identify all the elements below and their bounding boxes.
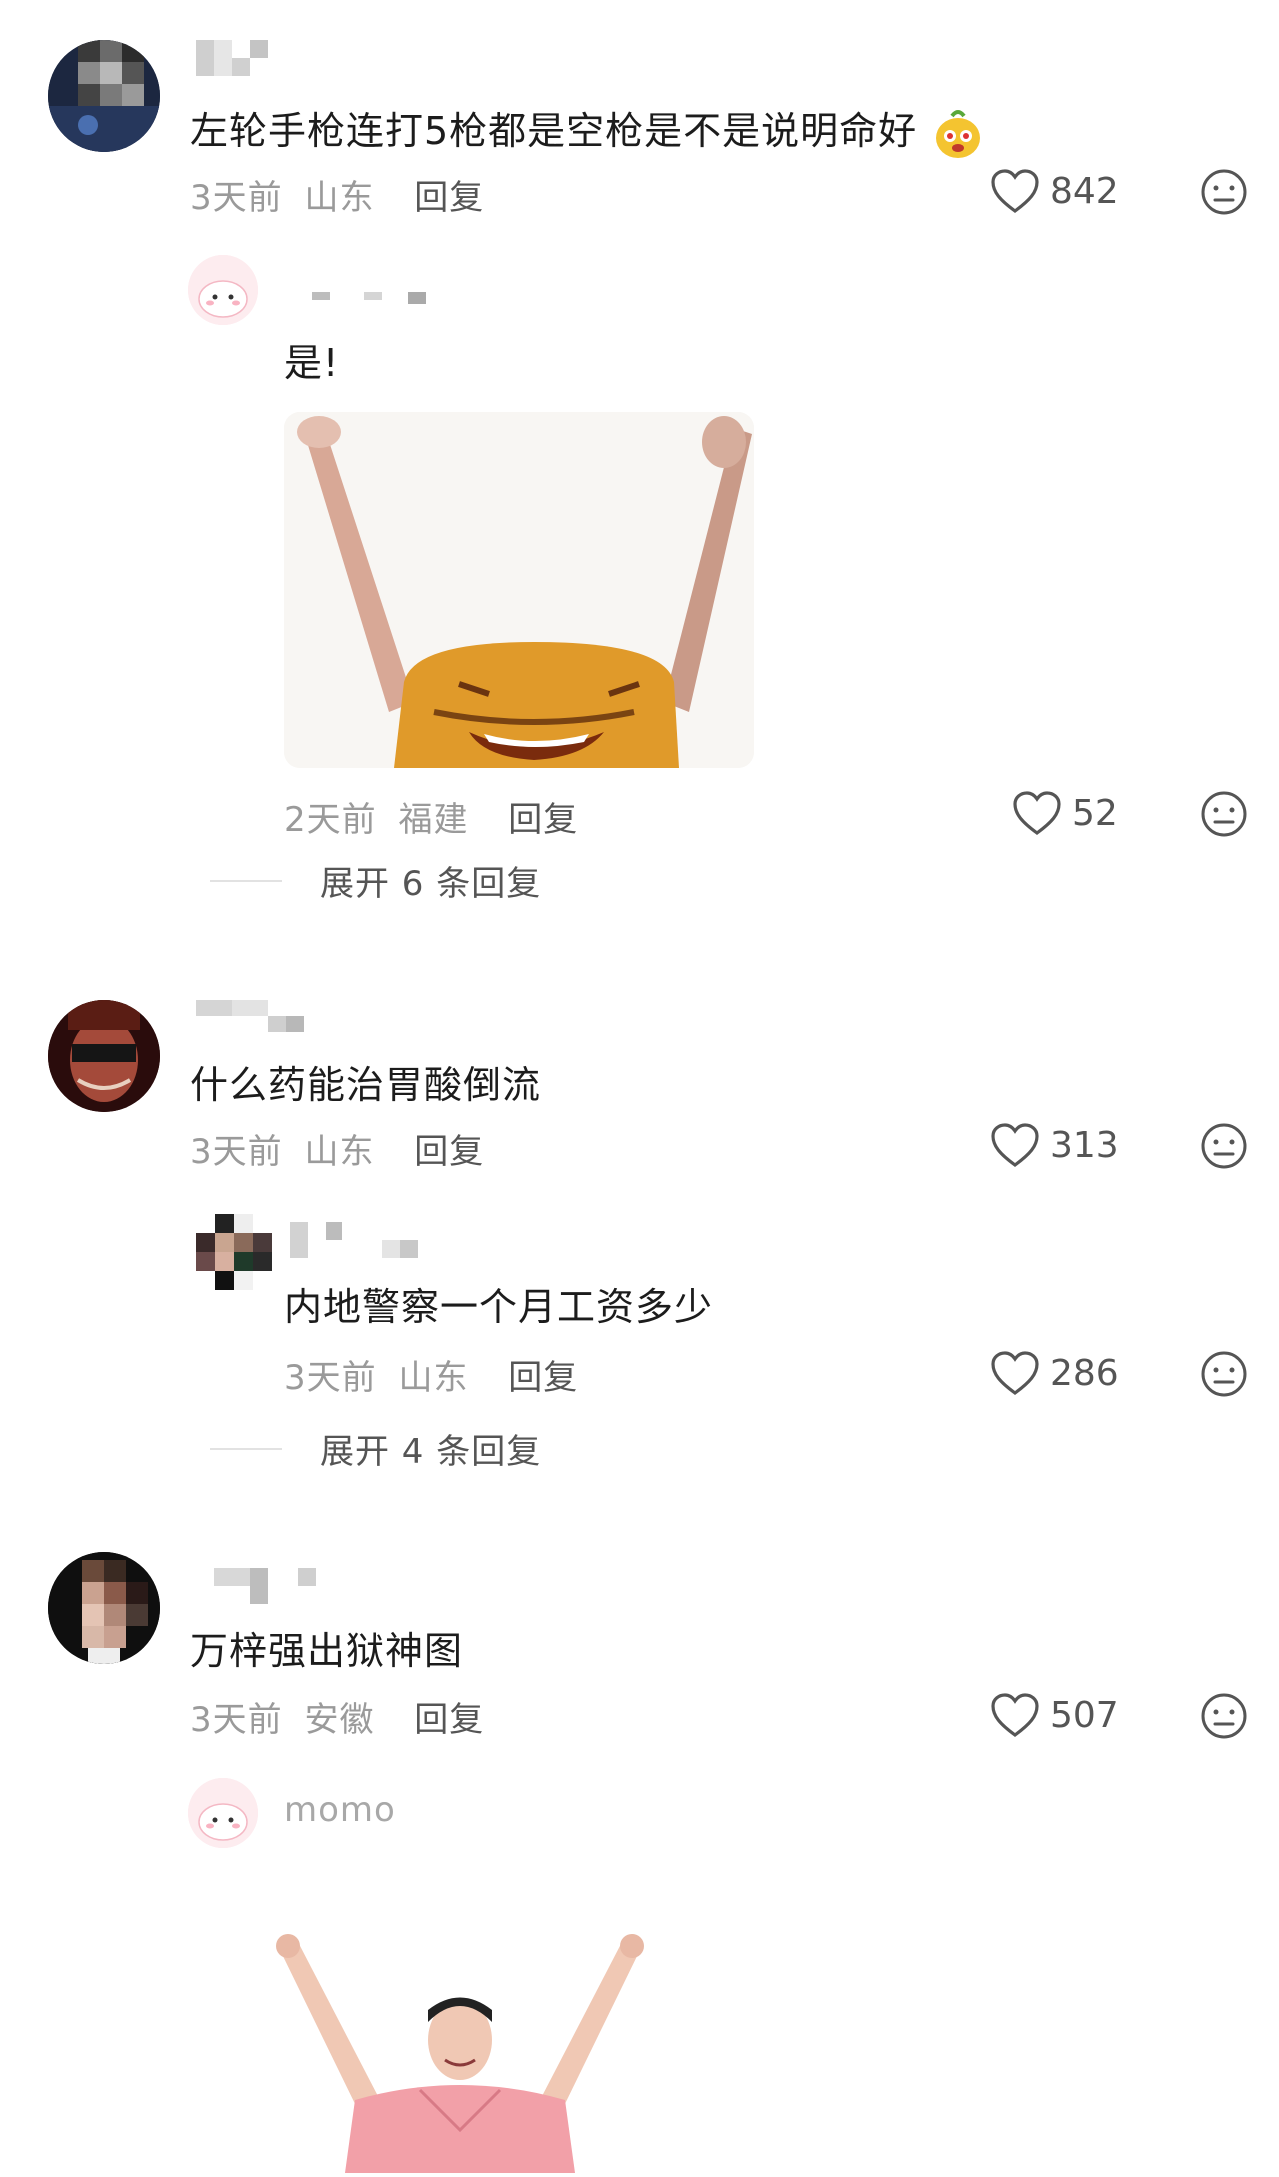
reply-location: 福建 [398,800,469,840]
neutral-face-icon[interactable] [1200,790,1248,838]
username-blurred[interactable] [196,1000,304,1032]
reply-avatar[interactable] [188,255,258,325]
comment-meta: 3天前 山东 回复 [190,170,484,219]
expand-replies-button[interactable]: 展开 4 条回复 [210,1424,541,1473]
neutral-face-icon[interactable] [1200,1692,1248,1740]
like-button[interactable]: 507 [990,1692,1119,1738]
comment-time: 3天前 [190,1700,283,1740]
expand-replies-label: 展开 6 条回复 [320,864,542,904]
divider [210,1447,282,1450]
heart-icon [1013,791,1061,835]
expand-replies-label: 展开 4 条回复 [320,1432,542,1472]
avatar-image [48,1000,160,1112]
avatar[interactable] [48,40,160,152]
avatar-image [48,1552,160,1664]
like-count: 286 [1050,1352,1119,1394]
username-blurred[interactable] [196,1568,316,1604]
avatar[interactable] [48,1000,160,1112]
username-blurred[interactable] [290,1222,418,1258]
heart-icon [991,1123,1039,1167]
like-count: 313 [1050,1124,1119,1166]
comment-location: 山东 [304,1132,375,1172]
meme-image [270,1930,650,2173]
reply-text: 内地警察一个月工资多少 [284,1285,714,1329]
reply-avatar[interactable] [188,1778,258,1848]
reply-image-sticker[interactable] [270,1930,650,2173]
reply-username[interactable]: momo [284,1790,396,1830]
reply-button[interactable]: 回复 [414,178,484,218]
like-button[interactable]: 842 [990,168,1119,214]
like-count: 52 [1072,792,1118,834]
neutral-face-icon[interactable] [1200,1350,1248,1398]
reply-image-sticker[interactable] [284,412,754,768]
comment-time: 3天前 [190,178,283,218]
comment-meta: 3天前 山东 回复 [190,1124,484,1173]
reply-time: 3天前 [284,1358,377,1398]
comment-text: 万梓强出狱神图 [190,1629,464,1673]
heart-icon [991,1351,1039,1395]
emoji-sticker-icon [936,109,981,158]
avatar-image [188,1778,258,1848]
neutral-face-icon[interactable] [1200,168,1248,216]
like-button[interactable]: 52 [1012,790,1118,836]
avatar[interactable] [48,1552,160,1664]
neutral-face-icon[interactable] [1200,1122,1248,1170]
heart-icon [991,169,1039,213]
divider [210,879,282,882]
like-button[interactable]: 313 [990,1122,1119,1168]
like-count: 842 [1050,170,1119,212]
comment-location: 安徽 [304,1700,375,1740]
comment-location: 山东 [304,178,375,218]
avatar-image [188,255,258,325]
comment-text: 左轮手枪连打5枪都是空枪是不是说明命好 [190,100,984,160]
username-blurred[interactable] [312,292,426,304]
like-count: 507 [1050,1694,1119,1736]
reply-meta: 2天前 福建 回复 [284,792,578,841]
reply-button[interactable]: 回复 [508,1358,578,1398]
reply-time: 2天前 [284,800,377,840]
comment-time: 3天前 [190,1132,283,1172]
avatar-image [48,40,160,152]
comment-meta: 3天前 安徽 回复 [190,1692,484,1741]
expand-replies-button[interactable]: 展开 6 条回复 [210,856,541,905]
reply-meta: 3天前 山东 回复 [284,1350,578,1399]
reply-location: 山东 [398,1358,469,1398]
avatar-image [196,1214,272,1290]
reply-button[interactable]: 回复 [414,1700,484,1740]
reply-button[interactable]: 回复 [508,800,578,840]
like-button[interactable]: 286 [990,1350,1119,1396]
reply-avatar[interactable] [196,1214,272,1290]
username-blurred[interactable] [196,40,268,76]
reply-text: 是! [284,341,340,385]
meme-image [284,412,754,768]
reply-button[interactable]: 回复 [414,1132,484,1172]
comment-text: 什么药能治胃酸倒流 [190,1063,542,1107]
heart-icon [991,1693,1039,1737]
